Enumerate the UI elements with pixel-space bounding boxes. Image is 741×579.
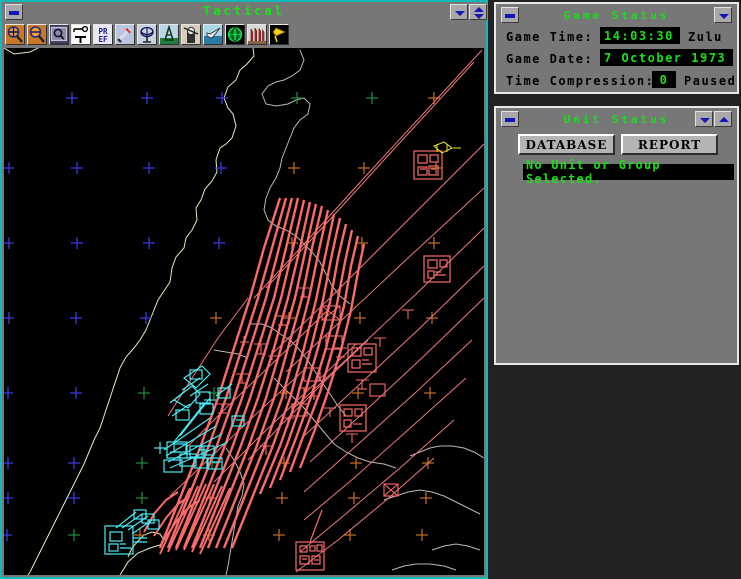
chevron-down-glyph [700,118,710,123]
tactical-titlebar: Tactical [2,2,487,22]
tactical-window-inner: Tactical PR EF [2,2,487,577]
report-button[interactable]: REPORT [621,134,718,155]
weapon-icon[interactable] [115,24,135,45]
zoom-select-icon[interactable] [49,24,69,45]
time-compression-suffix: Paused [684,74,737,88]
game-date-label: Game Date: [506,52,594,66]
svg-text:EF: EF [98,35,108,44]
tactical-toolbar: PR EF [2,22,486,47]
database-button[interactable]: DATABASE [518,134,615,155]
unit-status-message: No Unit or Group Selected. [523,158,734,186]
game-time-suffix: Zulu [688,30,723,44]
preferences-icon[interactable]: PR EF [93,24,113,45]
aircraft-icon[interactable] [203,24,223,45]
game-status-title: Game Status [563,9,670,22]
arrow-down-glyph [474,14,484,19]
chevron-down-icon[interactable] [714,7,732,23]
arrow-up-glyph [474,7,484,12]
time-compression-value: 0 [652,71,676,88]
chevron-down-glyph [455,11,465,16]
time-compression-label: Time Compression: [506,74,655,88]
zoom-out-icon[interactable] [27,24,47,45]
chevron-down-glyph [719,14,729,19]
unit-status-titlebar: Unit Status [498,110,735,128]
chevron-down-icon[interactable] [695,111,713,127]
globe-icon[interactable] [225,24,245,45]
application-root: Tactical PR EF Game Status Game Time: 14… [0,0,741,579]
marker-icon[interactable] [269,24,289,45]
unit-status-panel: Unit Status DATABASE REPORT No Unit or G… [494,106,739,365]
game-time-label: Game Time: [506,30,594,44]
airbase-icon[interactable] [159,24,179,45]
game-time-value: 14:03:30 [600,27,680,44]
map-scale-icon[interactable] [71,24,91,45]
tactical-window: Tactical PR EF [0,0,488,579]
missiles-icon[interactable] [247,24,267,45]
map-canvas[interactable] [4,48,484,575]
tactical-map[interactable] [4,48,484,575]
chevron-up-glyph [719,117,729,122]
updown-arrows-icon[interactable] [469,4,487,20]
page-title: Tactical [203,4,285,18]
chevron-up-icon[interactable] [714,111,732,127]
chevron-down-icon[interactable] [450,4,468,20]
game-status-titlebar: Game Status [498,6,735,24]
radar-icon[interactable] [137,24,157,45]
satellite-icon[interactable] [181,24,201,45]
game-date-value: 7 October 1973 [600,49,733,66]
game-status-panel: Game Status Game Time: 14:03:30 Zulu Gam… [494,2,739,94]
zoom-in-icon[interactable] [5,24,25,45]
